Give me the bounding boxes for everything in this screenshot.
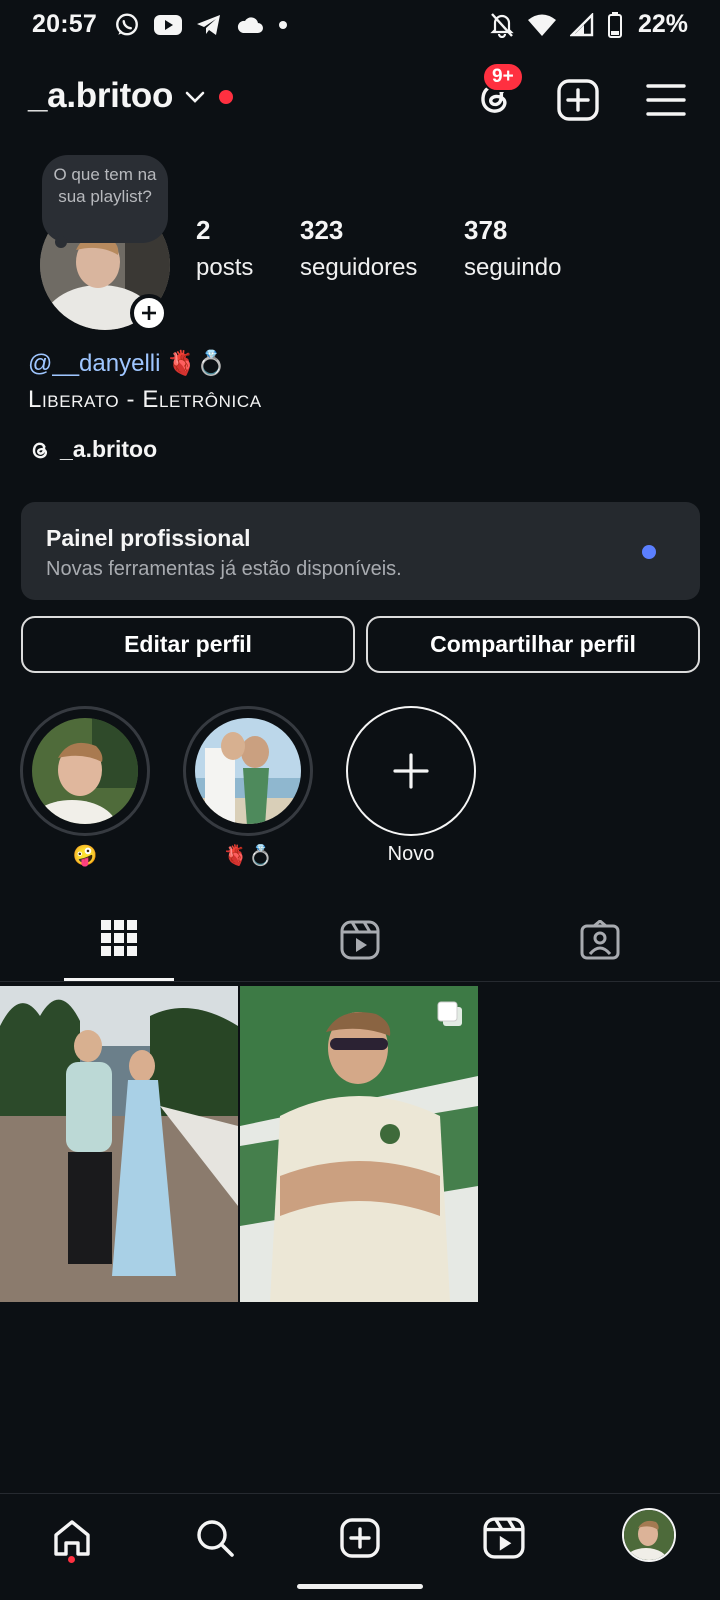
highlight-label: Novo [387, 843, 435, 865]
bio-category: Liberato - Eletrônica [28, 386, 262, 413]
highlight-label: 🤪 [72, 845, 98, 867]
threads-handle: _a.britoo [60, 436, 158, 462]
stat-value: 2 [196, 215, 211, 245]
professional-dashboard-title: Painel profissional [46, 525, 251, 551]
post-thumbnail[interactable] [240, 986, 478, 1302]
battery-percentage: 22% [637, 10, 688, 38]
threads-icon [28, 438, 52, 462]
highlight-label: 🫀💍 [223, 845, 273, 867]
stat-label: seguidores [300, 254, 418, 281]
chevron-down-icon[interactable] [184, 86, 206, 108]
stat-followers[interactable]: 323 seguidores [300, 215, 417, 282]
highlight-cover [195, 718, 301, 824]
highlight-cover [32, 718, 138, 824]
tabs-divider [0, 981, 720, 982]
create-icon[interactable] [330, 1508, 390, 1568]
add-story-button[interactable] [130, 294, 168, 332]
status-time: 20:57 [32, 10, 97, 38]
gesture-home-indicator [297, 1584, 423, 1589]
status-left-icons [114, 12, 288, 38]
note-bubble-tail [55, 236, 67, 248]
notifications-off-icon [490, 12, 514, 38]
create-post-button[interactable] [556, 78, 600, 122]
edit-profile-button[interactable]: Editar perfil [21, 616, 355, 673]
stat-value: 378 [464, 215, 508, 245]
post-thumbnail[interactable] [0, 986, 238, 1302]
telegram-icon [196, 13, 222, 37]
tagged-icon[interactable] [580, 920, 620, 960]
profile-note[interactable]: O que tem na sua playlist? [42, 155, 168, 243]
carousel-icon [436, 1000, 464, 1028]
stat-following[interactable]: 378 seguindo [464, 215, 561, 282]
profile-nav-avatar[interactable] [622, 1508, 676, 1562]
dot-icon [278, 13, 288, 37]
signal-icon [570, 13, 594, 37]
new-indicator-dot [642, 545, 656, 559]
battery-icon [608, 12, 622, 38]
menu-icon[interactable] [644, 78, 688, 122]
grid-icon[interactable] [101, 920, 137, 956]
profile-username[interactable]: _a.britoo [28, 76, 173, 116]
stat-posts[interactable]: 2 posts [196, 215, 253, 282]
wifi-icon [528, 13, 556, 37]
stat-label: seguindo [464, 254, 562, 281]
notification-badge: 9+ [482, 62, 524, 92]
whatsapp-icon [114, 12, 140, 38]
search-icon[interactable] [185, 1508, 245, 1568]
cloud-icon [236, 15, 264, 35]
bottom-nav-divider [0, 1493, 720, 1494]
reels-nav-icon[interactable] [474, 1508, 534, 1568]
plus-icon [393, 753, 429, 789]
bio-mention-link[interactable]: @__danyelli [28, 350, 160, 378]
bio-emoji: 🫀💍 [166, 350, 227, 377]
new-highlight-button[interactable] [346, 706, 476, 836]
share-profile-button[interactable]: Compartilhar perfil [366, 616, 700, 673]
youtube-icon [154, 14, 182, 36]
stat-value: 323 [300, 215, 344, 245]
bio-line: @__danyelli 🫀💍 [28, 349, 226, 378]
highlight-2[interactable] [183, 706, 313, 836]
home-notification-dot [68, 1556, 75, 1563]
reels-icon[interactable] [340, 920, 380, 960]
status-right-icons [490, 12, 622, 38]
professional-dashboard-subtitle: Novas ferramentas já estão disponíveis. [46, 558, 402, 580]
threads-profile-link[interactable]: _a.britoo [28, 436, 157, 463]
status-dot [219, 90, 233, 104]
stat-label: posts [196, 254, 254, 281]
highlight-1[interactable] [20, 706, 150, 836]
